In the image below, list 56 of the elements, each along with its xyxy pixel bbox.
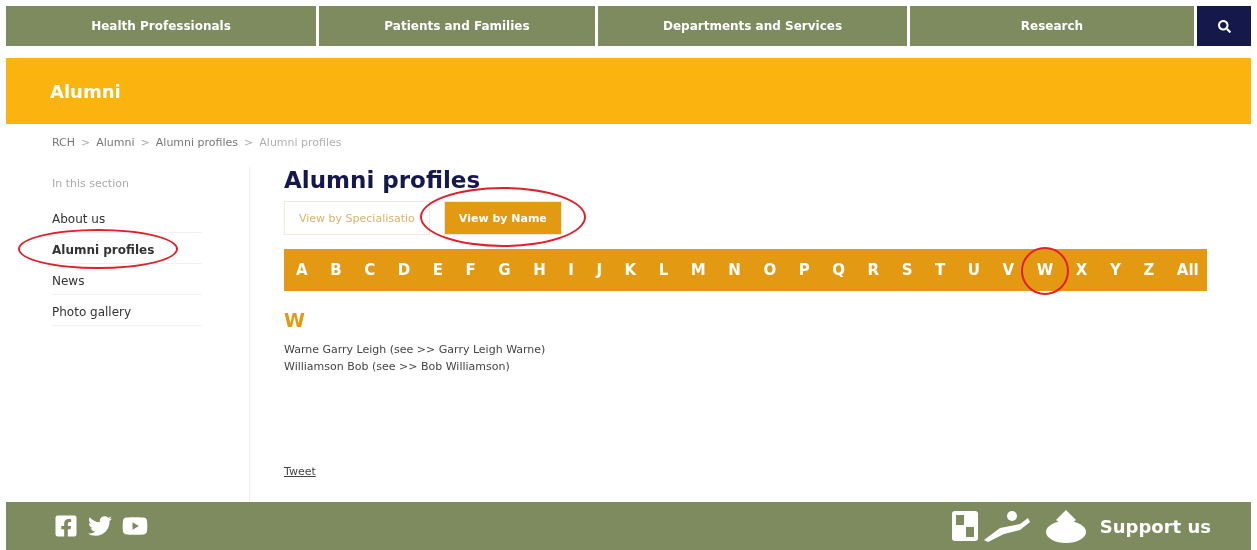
breadcrumb-link[interactable]: Alumni profiles bbox=[259, 136, 342, 149]
letter-link[interactable]: F bbox=[465, 261, 476, 279]
breadcrumb-separator: > bbox=[244, 136, 254, 149]
nav-link[interactable]: Patients and Families bbox=[319, 6, 595, 46]
alumni-entry: Warne Garry Leigh (see >> Garry Leigh Warne) bbox=[284, 342, 547, 358]
letter-link[interactable]: W bbox=[1036, 261, 1054, 279]
letter-link[interactable]: G bbox=[498, 261, 511, 279]
letter-link[interactable]: R bbox=[867, 261, 880, 279]
letter-link[interactable]: N bbox=[728, 261, 741, 279]
breadcrumb-separator: > bbox=[81, 136, 91, 149]
search-icon bbox=[1217, 19, 1231, 33]
letter-link[interactable]: S bbox=[901, 261, 913, 279]
letter-link[interactable]: D bbox=[397, 261, 411, 279]
view-tab[interactable]: View by Name bbox=[443, 201, 562, 235]
letter-link[interactable]: U bbox=[967, 261, 981, 279]
sidebar-item[interactable]: Photo gallery bbox=[52, 299, 202, 326]
breadcrumb-link[interactable]: Alumni profiles bbox=[155, 136, 239, 149]
breadcrumb-link[interactable]: Alumni bbox=[96, 136, 135, 149]
letter-link[interactable]: T bbox=[935, 261, 946, 279]
breadcrumb-separator: > bbox=[140, 136, 150, 149]
sidebar-item[interactable]: About us bbox=[52, 206, 202, 233]
nav-link[interactable]: Health Professionals bbox=[6, 6, 316, 46]
facebook-icon[interactable] bbox=[54, 514, 78, 538]
letter-link[interactable]: L bbox=[658, 261, 669, 279]
letter-link[interactable]: M bbox=[690, 261, 706, 279]
nav-link[interactable]: Research bbox=[910, 6, 1194, 46]
alumni-entry: Williamson Bob (see >> Bob Williamson) bbox=[284, 359, 511, 375]
banner-title: Alumni bbox=[50, 80, 121, 102]
letter-link[interactable]: P bbox=[798, 261, 810, 279]
letter-link[interactable]: Z bbox=[1143, 261, 1155, 279]
letter-link[interactable]: E bbox=[432, 261, 443, 279]
section-letter: W bbox=[284, 309, 306, 331]
letter-link[interactable]: X bbox=[1075, 261, 1088, 279]
search-button[interactable] bbox=[1197, 6, 1251, 46]
letter-link[interactable]: K bbox=[624, 261, 637, 279]
letter-link[interactable]: B bbox=[330, 261, 342, 279]
letter-link[interactable]: A bbox=[296, 261, 308, 279]
tweet-link[interactable]: Tweet bbox=[284, 465, 316, 478]
letter-link[interactable]: O bbox=[763, 261, 777, 279]
letter-link[interactable]: I bbox=[568, 261, 574, 279]
sidebar-item[interactable]: Alumni profiles bbox=[52, 237, 202, 264]
letter-link[interactable]: J bbox=[596, 261, 602, 279]
support-link[interactable]: Support us bbox=[1099, 515, 1211, 537]
nav-link[interactable]: Departments and Services bbox=[598, 6, 907, 46]
letter-link[interactable]: Y bbox=[1109, 261, 1121, 279]
letter-link[interactable]: C bbox=[364, 261, 376, 279]
page-title: Alumni profiles bbox=[284, 167, 482, 193]
sidebar-heading: In this section bbox=[52, 177, 130, 190]
letter-link[interactable]: V bbox=[1002, 261, 1015, 279]
twitter-icon[interactable] bbox=[88, 514, 112, 538]
view-tab[interactable]: View by Specialisatio bbox=[284, 201, 430, 235]
breadcrumb-link[interactable]: RCH bbox=[52, 136, 76, 149]
sidebar-item[interactable]: News bbox=[52, 268, 202, 295]
letter-link[interactable]: H bbox=[533, 261, 546, 279]
letter-link[interactable]: Q bbox=[832, 261, 846, 279]
letter-link[interactable]: All bbox=[1176, 261, 1199, 279]
